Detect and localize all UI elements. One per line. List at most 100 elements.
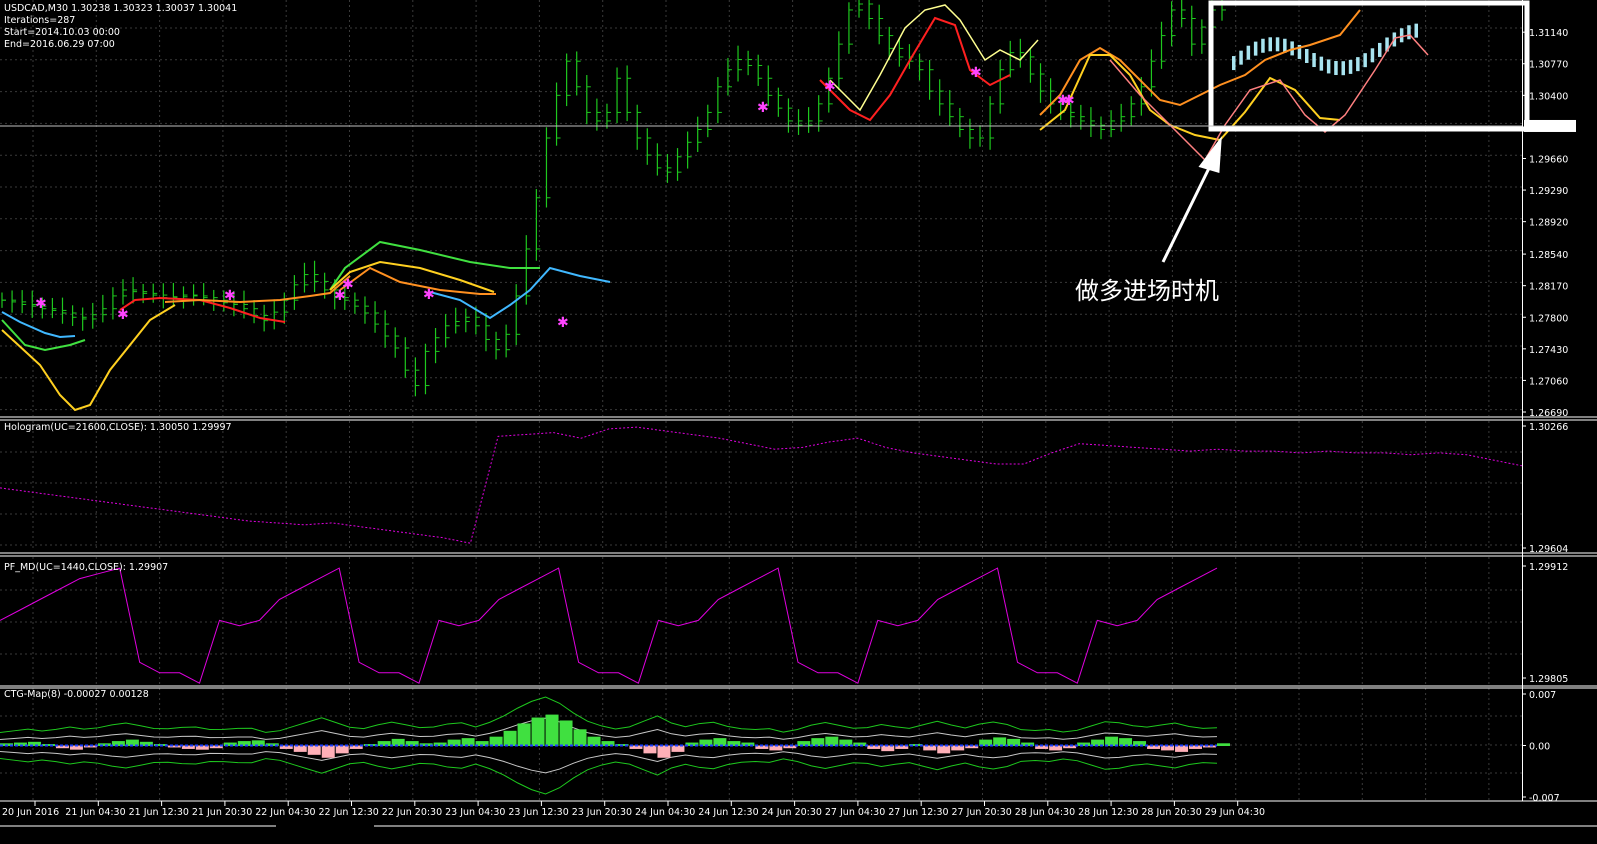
start-line: Start=2014.10.03 00:00	[4, 27, 120, 38]
ctg-bar	[587, 736, 601, 746]
x-tick-label: 21 Jun 04:30	[65, 807, 125, 818]
annotation-text: 做多进场时机	[1075, 277, 1219, 305]
signal-star: ✱	[117, 307, 129, 323]
x-tick-label: 27 Jun 04:30	[825, 807, 885, 818]
time-axis: 20 Jun 2016 21 Jun 04:30 21 Jun 12:30 21 Ju…	[2, 801, 1265, 818]
y-tick-label: 1.26690	[1529, 408, 1568, 419]
x-tick-label: 28 Jun 04:30	[1015, 807, 1075, 818]
pf-md-title: PF_MD(UC=1440,CLOSE): 1.29907	[4, 562, 168, 573]
pf-md-pane[interactable]	[0, 567, 1218, 684]
orange-line-3	[1039, 9, 1361, 116]
forecast-candle	[1253, 41, 1258, 56]
ctg-bar	[1217, 743, 1230, 746]
y-tick-label: 1.27800	[1529, 313, 1568, 324]
forecast-candle	[1232, 56, 1236, 71]
y-tick-label: 1.29912	[1529, 562, 1568, 573]
signal-star: ✱	[970, 65, 982, 81]
info-overlay: USDCAD,M30 1.30238 1.30323 1.30037 1.300…	[4, 3, 237, 700]
y-tick-label: 1.28540	[1529, 250, 1568, 261]
forecast-candle	[1334, 61, 1338, 76]
forecast-candle	[1319, 56, 1324, 71]
orange-line-1	[164, 275, 351, 304]
ctg-upper-band	[0, 696, 1218, 734]
y-tick-label: 1.31140	[1529, 28, 1568, 39]
x-tick-label: 21 Jun 20:30	[192, 807, 252, 818]
ctg-bar	[545, 714, 559, 746]
signal-star: ✱	[35, 296, 47, 312]
ctg-bar	[531, 717, 545, 746]
forecast-candle	[1341, 61, 1345, 76]
forecast-candle	[1246, 45, 1251, 60]
x-tick-label: 23 Jun 12:30	[508, 807, 568, 818]
x-tick-label: 20 Jun 2016	[2, 807, 59, 818]
ctg-bar	[447, 739, 461, 746]
ctg-bar	[867, 745, 881, 749]
forecast-candle	[1275, 37, 1280, 52]
ctg-bar	[1007, 738, 1021, 746]
current-price-label: 1.30041	[1527, 122, 1566, 133]
end-line: End=2016.06.29 07:00	[4, 39, 115, 50]
y-tick-label: 0.00	[1529, 742, 1550, 753]
yellow-line-1	[1, 304, 176, 412]
ctg-bar	[41, 744, 55, 746]
y-tick-label: 1.30266	[1529, 422, 1568, 433]
forecast-candle	[1268, 37, 1272, 52]
ctg-map-title: CTG-Map(8) -0.00027 0.00128	[4, 689, 149, 700]
ctg-bar	[335, 745, 349, 754]
forecast-candle	[1326, 59, 1331, 74]
ctg-bar	[1203, 745, 1216, 748]
forecast-candle	[1261, 38, 1265, 53]
forecast-candle	[1399, 28, 1404, 43]
symbol-line: USDCAD,M30 1.30238 1.30323 1.30037 1.300…	[4, 3, 237, 14]
forecast-candle	[1414, 23, 1418, 38]
signal-star: ✱	[423, 287, 435, 303]
x-tick-label: 24 Jun 12:30	[698, 807, 758, 818]
hologram-line	[0, 426, 1523, 544]
y-tick-label: 1.28920	[1529, 218, 1568, 229]
ctg-inner-lower	[0, 751, 1218, 774]
pf-md-line	[0, 567, 1218, 684]
forecast-candle	[1407, 25, 1411, 40]
y-tick-label: 1.29290	[1529, 186, 1568, 197]
x-tick-label: 22 Jun 12:30	[319, 807, 379, 818]
y-tick-label: 1.29805	[1529, 674, 1568, 685]
ctg-lower-band	[0, 757, 1218, 795]
signal-star: ✱	[1063, 93, 1075, 109]
x-tick-label: 23 Jun 20:30	[572, 807, 632, 818]
hologram-pane[interactable]	[0, 426, 1523, 544]
signal-star: ✱	[557, 315, 569, 331]
x-tick-label: 27 Jun 12:30	[888, 807, 948, 818]
ctg-bar	[27, 741, 41, 746]
x-tick-label: 22 Jun 04:30	[255, 807, 315, 818]
y-tick-label: 1.27430	[1529, 345, 1568, 356]
ctg-bar	[937, 745, 951, 754]
signal-star: ✱	[224, 288, 236, 304]
y-tick-label: 1.29660	[1529, 154, 1568, 165]
ctg-bar	[377, 741, 391, 746]
y-tick-label: 1.30400	[1529, 91, 1568, 102]
chart-grid	[0, 0, 1522, 800]
y-tick-label: -0.007	[1529, 793, 1560, 804]
x-tick-label: 29 Jun 04:30	[1205, 807, 1265, 818]
ctg-bar	[657, 745, 671, 758]
forecast-candle	[1239, 50, 1243, 65]
forecast-candle	[1356, 57, 1360, 72]
x-tick-label: 23 Jun 04:30	[445, 807, 505, 818]
forecast-candle	[1348, 59, 1353, 74]
ctg-bar	[797, 741, 811, 746]
trading-chart[interactable]: ✱✱✱ ✱✱✱✱✱✱✱✱✱ 做多进场时机 1.300411.311401.3077…	[0, 0, 1597, 844]
main-price-pane[interactable]: ✱✱✱ ✱✱✱✱✱✱✱✱✱ 做多进场时机	[1, 0, 1530, 412]
signal-star: ✱	[342, 277, 354, 293]
ctg-bar	[503, 730, 517, 746]
ctg-bar	[97, 743, 111, 746]
x-tick-label: 28 Jun 12:30	[1078, 807, 1138, 818]
x-tick-label: 21 Jun 12:30	[129, 807, 189, 818]
x-tick-label: 27 Jun 20:30	[952, 807, 1012, 818]
ctg-bar	[1077, 742, 1091, 746]
y-tick-label: 1.30770	[1529, 60, 1568, 71]
yellow-line-2	[329, 260, 495, 293]
ctg-bar	[559, 720, 573, 746]
y-tick-label: 0.007	[1529, 690, 1556, 701]
ctg-bar	[643, 745, 657, 754]
x-tick-label: 22 Jun 20:30	[382, 807, 442, 818]
